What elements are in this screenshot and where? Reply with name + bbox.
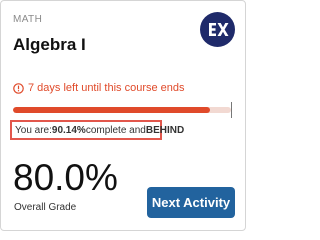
- course-subject: MATH: [13, 14, 43, 25]
- next-activity-button[interactable]: Next Activity: [147, 187, 235, 218]
- deadline-text: 7 days left until this course ends: [28, 82, 185, 94]
- progress-prefix: You are:: [15, 124, 52, 136]
- course-title[interactable]: Algebra I: [13, 35, 86, 55]
- progress-target-marker: [231, 102, 232, 118]
- progress-status-label: BEHIND: [145, 124, 185, 136]
- progress-bar-fill: [13, 107, 210, 113]
- course-logo-icon: [200, 12, 235, 47]
- progress-percent: 90.14%: [51, 124, 86, 136]
- alert-circle-icon: [13, 82, 24, 94]
- progress-bar: [13, 107, 231, 113]
- overall-grade-label: Overall Grade: [14, 202, 77, 213]
- course-card: MATH Algebra I 7 days left until this co…: [0, 0, 246, 231]
- overall-grade-value: 80.0%: [13, 157, 118, 198]
- progress-middle: complete and: [85, 124, 146, 136]
- progress-status: You are: 90.14% complete and BEHIND: [10, 120, 184, 140]
- deadline-warning: 7 days left until this course ends: [13, 81, 185, 95]
